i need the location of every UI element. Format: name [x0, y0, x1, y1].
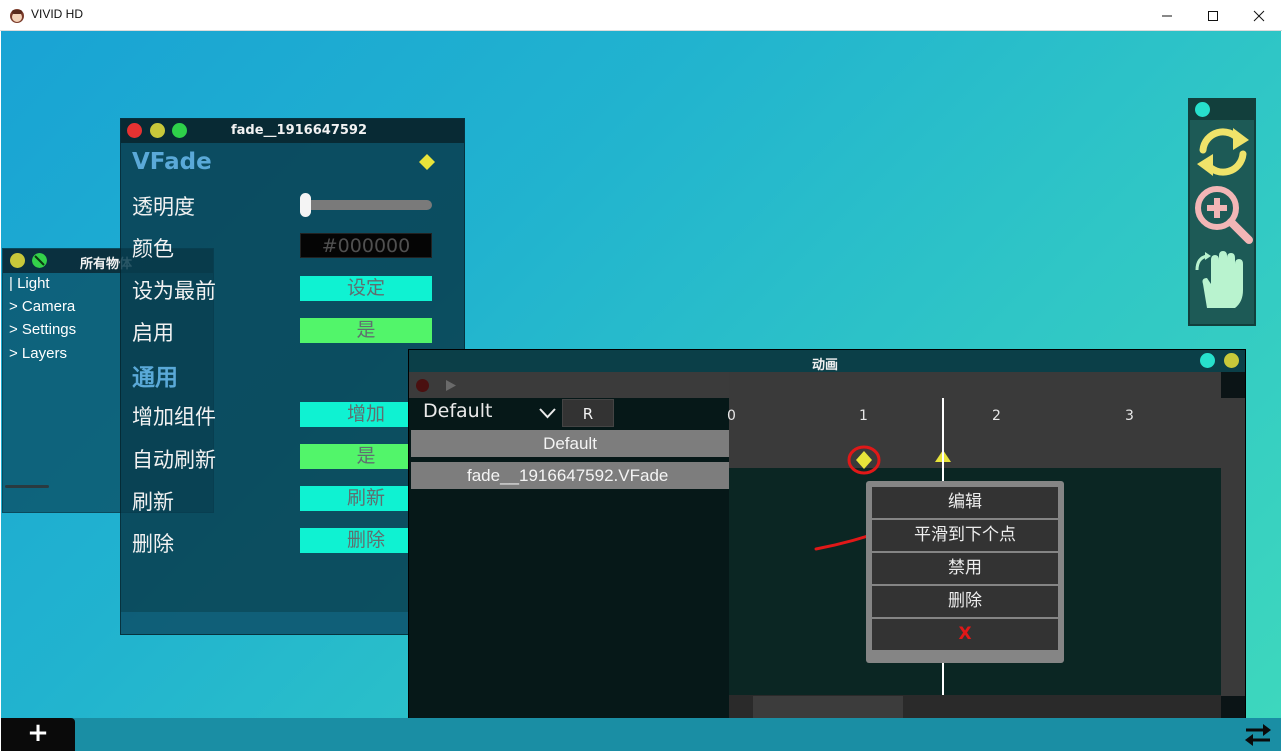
color-value-field[interactable]: #000000 [300, 233, 432, 258]
add-button[interactable]: + [1, 718, 75, 751]
ruler-tick: 1 [859, 408, 868, 424]
panel-minimize-dot[interactable] [10, 253, 25, 268]
opacity-slider-track[interactable] [304, 200, 432, 210]
horizontal-scroll-thumb[interactable] [753, 696, 903, 720]
object-item-layers[interactable]: > Layers [9, 345, 67, 362]
menu-item-edit[interactable]: 编辑 [872, 487, 1058, 518]
tools-panel-header[interactable] [1190, 100, 1254, 120]
enable-label: 启用 [132, 321, 174, 345]
title-bar: VIVID HD [0, 0, 1282, 31]
keyframe-diamond-icon[interactable] [418, 153, 436, 171]
inspector-close-dot[interactable] [127, 123, 142, 138]
ruler-tick: 2 [992, 408, 1001, 424]
track-row-vfade[interactable]: fade__1916647592.VFade [411, 462, 729, 489]
refresh-icon[interactable] [1193, 126, 1253, 178]
window-title: VIVID HD [31, 7, 84, 21]
bottom-bar: + [1, 718, 1281, 751]
minimize-icon [1162, 15, 1172, 16]
close-icon [1253, 10, 1265, 21]
enable-toggle[interactable]: 是 [300, 318, 432, 343]
animation-dot-cyan[interactable] [1200, 353, 1215, 368]
close-button[interactable] [1236, 0, 1282, 31]
ruler-tick: 3 [1125, 408, 1134, 424]
play-icon[interactable] [445, 379, 457, 392]
keyframe-context-menu: 编辑 平滑到下个点 禁用 删除 X [866, 481, 1064, 663]
chevron-down-icon[interactable] [539, 407, 556, 419]
maximize-icon [1208, 10, 1218, 21]
timeline-ruler[interactable]: 0 1 2 3 [727, 372, 1221, 468]
animation-toolbar [409, 372, 729, 398]
general-section-title: 通用 [132, 365, 178, 391]
animation-dot-yellow[interactable] [1224, 353, 1239, 368]
inspector-title: fade__1916647592 [231, 123, 368, 138]
inspector-minimize-dot[interactable] [150, 123, 165, 138]
pan-hand-icon[interactable] [1193, 250, 1255, 310]
animation-header[interactable]: 动画 [409, 350, 1245, 373]
animation-title: 动画 [812, 358, 839, 373]
add-component-label: 增加组件 [132, 405, 216, 429]
bring-front-label: 设为最前 [132, 279, 216, 303]
object-item-light[interactable]: | Light [9, 275, 50, 292]
object-item-settings[interactable]: > Settings [9, 321, 76, 338]
opacity-slider-knob[interactable] [300, 193, 311, 217]
object-item-camera[interactable]: > Camera [9, 298, 75, 315]
ruler-tick: 0 [727, 408, 736, 424]
bring-front-button[interactable]: 设定 [300, 276, 432, 301]
keyframe-diamond-icon[interactable] [846, 444, 882, 476]
maximize-button[interactable] [1190, 0, 1236, 31]
menu-item-delete[interactable]: 删除 [872, 586, 1058, 617]
menu-item-close[interactable]: X [872, 619, 1058, 650]
animation-track-list: Default R Default fade__1916647592.VFade [409, 372, 729, 722]
record-icon[interactable] [416, 379, 429, 392]
refresh-label: 刷新 [132, 490, 174, 514]
timeline-vertical-scrollbar[interactable] [1221, 398, 1245, 696]
swap-arrows-icon[interactable] [1243, 722, 1273, 748]
inspector-maximize-dot[interactable] [172, 123, 187, 138]
inspector-header[interactable]: fade__1916647592 [121, 119, 464, 143]
zoom-in-icon[interactable] [1193, 184, 1255, 244]
tools-panel [1188, 98, 1256, 326]
workspace: 所有物体 | Light > Camera > Settings > Layer… [1, 31, 1281, 751]
track-row-default[interactable]: Default [411, 430, 729, 457]
panel-toggle-icon[interactable] [32, 253, 47, 268]
color-label: 颜色 [132, 237, 174, 261]
menu-item-disable[interactable]: 禁用 [872, 553, 1058, 584]
r-button[interactable]: R [562, 399, 614, 427]
app-icon [10, 9, 24, 23]
objects-scrollbar[interactable] [5, 485, 49, 488]
delete-label: 删除 [132, 532, 174, 556]
tools-panel-dot[interactable] [1195, 102, 1210, 117]
minimize-button[interactable] [1144, 0, 1190, 31]
auto-refresh-label: 自动刷新 [132, 448, 216, 472]
opacity-label: 透明度 [132, 195, 195, 219]
component-title: VFade [132, 149, 212, 175]
menu-item-smooth-to-next[interactable]: 平滑到下个点 [872, 520, 1058, 551]
clip-dropdown[interactable]: Default [423, 400, 492, 422]
